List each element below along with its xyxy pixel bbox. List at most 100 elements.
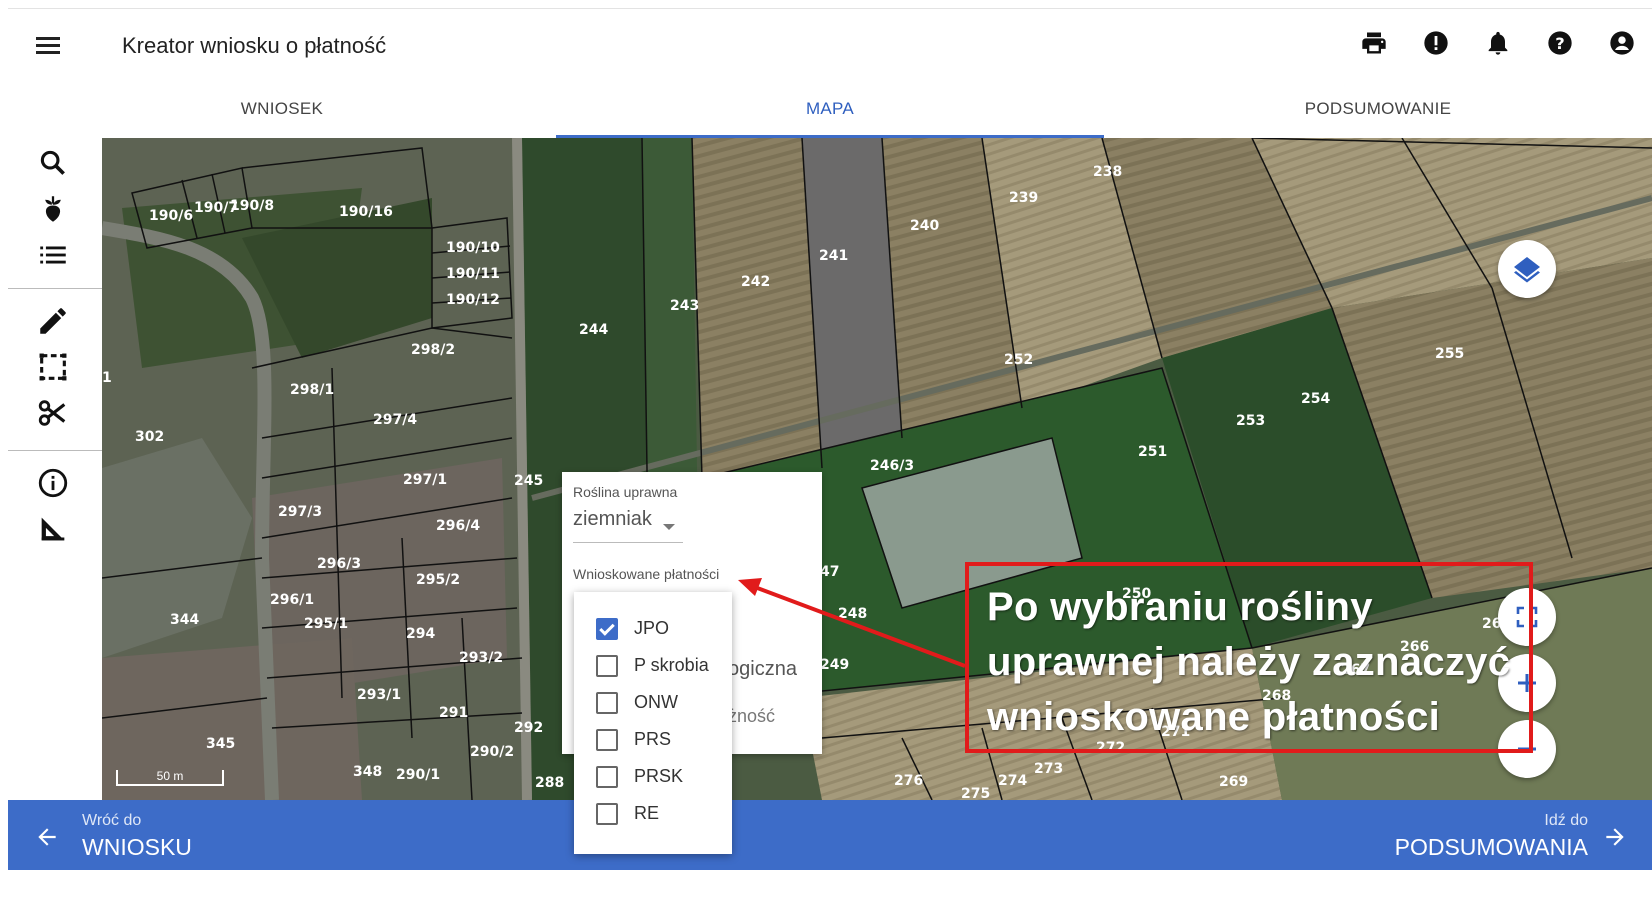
parcel-label: 293/2 xyxy=(459,650,503,666)
parcel-label: 275 xyxy=(961,786,990,800)
parcel-label: 297/1 xyxy=(403,472,447,488)
parcel-label: 47 xyxy=(820,564,839,580)
page-title: Kreator wniosku o płatność xyxy=(122,33,387,58)
parcel-label: 297/4 xyxy=(373,412,417,428)
payment-option-label: ONW xyxy=(634,692,678,712)
help-icon[interactable]: ? xyxy=(1546,29,1574,57)
parcel-label: 276 xyxy=(894,773,923,789)
arrow-right-icon xyxy=(1606,828,1624,846)
select-area-icon[interactable] xyxy=(36,350,70,384)
parcel-label: 190/10 xyxy=(446,240,500,256)
parcel-label: 190/16 xyxy=(339,204,393,220)
parcel-label: 296/4 xyxy=(436,518,480,534)
checkbox-icon[interactable] xyxy=(596,692,618,714)
parcel-label: 252 xyxy=(1004,352,1033,368)
parcel-label: 245 xyxy=(514,473,543,489)
parcel-label: 298/1 xyxy=(290,382,334,398)
next-big-label: PODSUMOWANIA xyxy=(1394,834,1588,860)
annotation-line: wnioskowane płatności xyxy=(987,695,1441,739)
parcel-label: 239 xyxy=(1009,190,1038,206)
parcel-label: 345 xyxy=(206,736,235,752)
payments-label: Wnioskowane płatności xyxy=(573,566,720,582)
parcel-label: 297/3 xyxy=(278,504,322,520)
map-scale: 50 m xyxy=(116,770,224,786)
alert-icon[interactable] xyxy=(1422,29,1450,57)
scissors-icon[interactable] xyxy=(36,396,70,430)
payment-option-label: PRS xyxy=(634,729,672,749)
parcel-label: 190/6 xyxy=(149,208,193,224)
parcel-label: 290/2 xyxy=(470,744,514,760)
checkbox-checked-icon[interactable] xyxy=(596,618,618,640)
go-to-podsumowanie-button[interactable]: Idź do PODSUMOWANIA xyxy=(1372,800,1652,870)
parcel-label: 296/3 xyxy=(317,556,361,572)
svg-text:?: ? xyxy=(1555,34,1564,53)
arrow-left-icon xyxy=(38,828,56,846)
parcel-label: 249 xyxy=(820,657,849,673)
tab-bar: WNIOSEK MAPA PODSUMOWANIE xyxy=(8,82,1652,138)
parcel-label: 302 xyxy=(135,429,164,445)
parcel-label: 190/8 xyxy=(230,198,274,214)
bottom-nav-bar: Wróć do WNIOSKU Idź do PODSUMOWANIA xyxy=(8,800,1652,870)
sidebar-divider xyxy=(8,288,102,289)
payments-dropdown: JPO P skrobia ONW PRS PRSK RE xyxy=(574,592,732,854)
parcel-label: 241 xyxy=(819,248,848,264)
list-icon[interactable] xyxy=(36,238,70,272)
tool-sidebar xyxy=(8,138,102,800)
parcel-label: 255 xyxy=(1435,346,1464,362)
parcel-label: 242 xyxy=(741,274,770,290)
layers-icon xyxy=(1514,257,1540,283)
annotation-line: Po wybraniu rośliny xyxy=(987,585,1373,629)
parcel-label: 269 xyxy=(1219,774,1248,790)
parcel-label: 296/1 xyxy=(270,592,314,608)
annotation-box: Po wybraniu rośliny uprawnej należy zazn… xyxy=(965,562,1533,753)
printer-icon[interactable] xyxy=(1360,29,1388,57)
annotation-line: uprawnej należy zaznaczyć xyxy=(987,640,1511,684)
panel-hidden-text: ogiczna xyxy=(728,658,797,680)
info-icon[interactable] xyxy=(36,466,70,500)
parcel-label: 290/1 xyxy=(396,767,440,783)
parcel-label: 293/1 xyxy=(357,687,401,703)
parcel-label: 244 xyxy=(579,322,608,338)
back-small-label: Wróć do xyxy=(82,812,142,829)
layers-button[interactable] xyxy=(1498,240,1556,298)
tab-wniosek[interactable]: WNIOSEK xyxy=(8,82,556,138)
parcel-label: 248 xyxy=(838,606,867,622)
account-icon[interactable] xyxy=(1608,29,1636,57)
parcel-label: 344 xyxy=(170,612,199,628)
bell-icon[interactable] xyxy=(1484,29,1512,57)
pencil-icon[interactable] xyxy=(36,304,70,338)
parcel-label: 273 xyxy=(1034,761,1063,777)
checkbox-icon[interactable] xyxy=(596,766,618,788)
payment-option-label: PRSK xyxy=(634,766,684,786)
crop-select-value: ziemniak xyxy=(573,508,652,530)
parcel-label: 190/11 xyxy=(446,266,500,282)
parcel-label: 298/2 xyxy=(411,342,455,358)
parcel-label: 190/12 xyxy=(446,292,500,308)
parcel-label: 291 xyxy=(439,705,468,721)
tab-mapa[interactable]: MAPA xyxy=(556,82,1104,138)
chevron-down-icon xyxy=(663,524,675,530)
parcel-label: 246/3 xyxy=(870,458,914,474)
parcel-label: 238 xyxy=(1093,164,1122,180)
measure-icon[interactable] xyxy=(36,512,70,546)
parcel-label: 295/2 xyxy=(416,572,460,588)
parcel-label: 1 xyxy=(102,370,112,386)
checkbox-icon[interactable] xyxy=(596,803,618,825)
back-big-label: WNIOSKU xyxy=(82,834,192,860)
parcel-label: 253 xyxy=(1236,413,1265,429)
menu-icon[interactable] xyxy=(34,31,62,59)
crop-select[interactable]: ziemniak xyxy=(573,508,683,543)
plant-icon[interactable] xyxy=(36,192,70,226)
parcel-label: 294 xyxy=(406,626,435,642)
checkbox-icon[interactable] xyxy=(596,729,618,751)
tab-podsumowanie[interactable]: PODSUMOWANIE xyxy=(1104,82,1652,138)
parcel-label: 292 xyxy=(514,720,543,736)
search-icon[interactable] xyxy=(36,146,70,180)
parcel-label: 243 xyxy=(670,298,699,314)
payment-option-label: P skrobia xyxy=(634,655,709,675)
parcel-label: 295/1 xyxy=(304,616,348,632)
parcel-label: 348 xyxy=(353,764,382,780)
payment-option-label: JPO xyxy=(634,618,670,638)
back-to-wniosek-button[interactable]: Wróć do WNIOSKU xyxy=(8,800,268,870)
checkbox-icon[interactable] xyxy=(596,655,618,677)
